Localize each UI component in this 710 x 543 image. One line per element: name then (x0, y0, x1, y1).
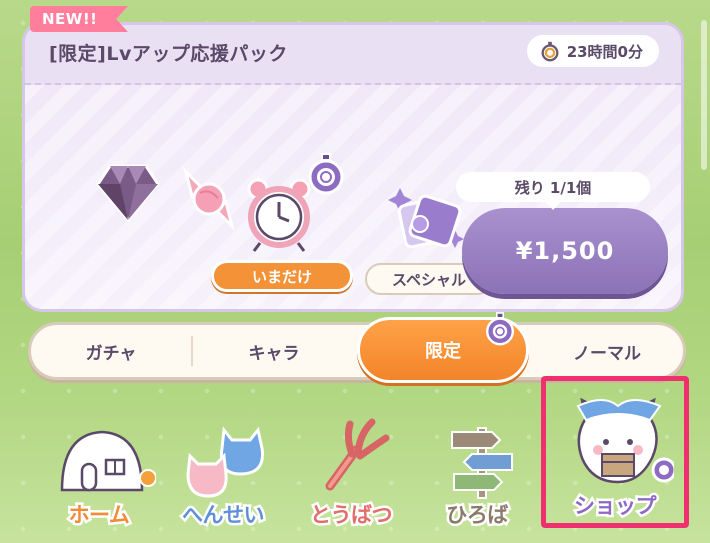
nav-hensei-label: へんせい (180, 501, 268, 530)
shop-character-icon (576, 397, 674, 484)
candy-icon (183, 167, 235, 231)
signpost-icon (451, 427, 513, 499)
fork-weapon-icon (325, 418, 390, 491)
nav-shop[interactable]: ショップ (560, 396, 674, 526)
nav-home[interactable]: ホーム (44, 410, 156, 535)
remaining-count: 残り 1/1個 (456, 172, 650, 210)
nav-home-label: ホーム (66, 501, 132, 530)
tab-stopwatch-icon (486, 312, 514, 346)
ticket-pack-icon (388, 188, 464, 249)
tab-gacha[interactable]: ガチャ (31, 325, 191, 377)
diamond-icon (96, 164, 160, 223)
tab-chara[interactable]: キャラ (193, 325, 355, 377)
nav-hiroba-label: ひろば (444, 501, 511, 530)
nav-shop-label: ショップ (572, 492, 660, 521)
price-button[interactable]: ¥1,500 (462, 208, 668, 294)
nav-toubatsu[interactable]: とうばつ (296, 410, 406, 535)
tab-bar: ガチャ キャラ 限定 ノーマル (28, 317, 686, 383)
new-ribbon: NEW!! (30, 6, 128, 32)
badge-limited-now: いまだけ (211, 260, 353, 292)
characters-icon (186, 426, 265, 498)
stopwatch-badge-icon (308, 153, 344, 195)
nav-hensei[interactable]: へんせい (168, 410, 278, 535)
nav-hiroba[interactable]: ひろば (422, 410, 532, 535)
tab-normal[interactable]: ノーマル (531, 325, 683, 377)
nav-toubatsu-label: とうばつ (308, 501, 396, 530)
house-icon (60, 430, 156, 492)
